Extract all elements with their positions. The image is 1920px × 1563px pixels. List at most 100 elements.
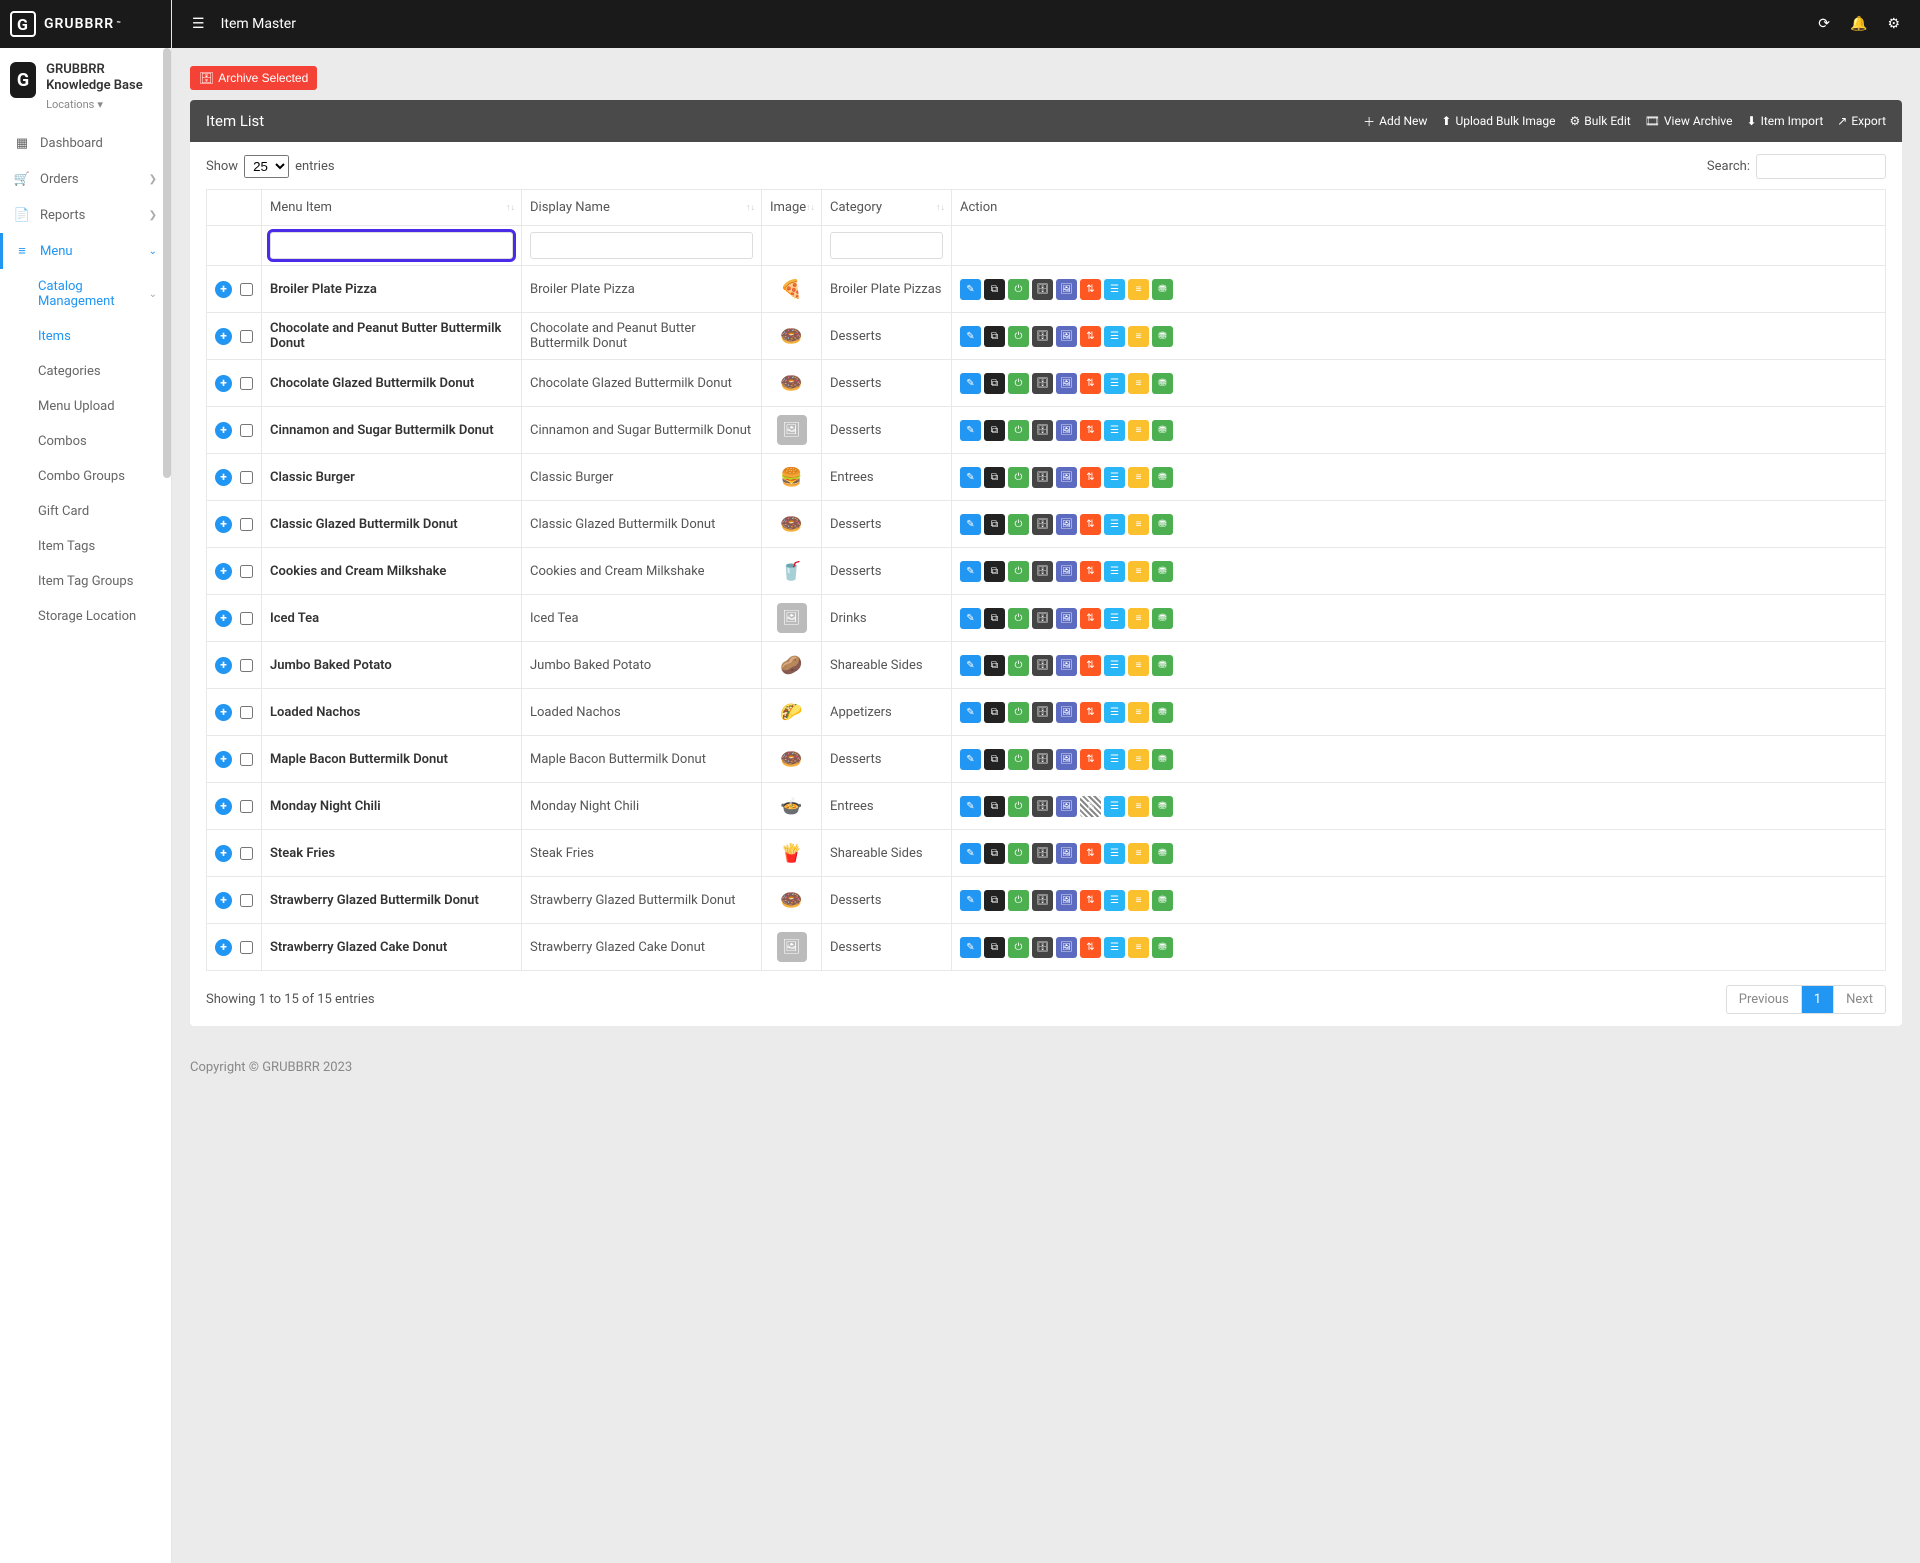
archive-icon[interactable]: 🗄: [1032, 326, 1053, 347]
list-icon[interactable]: ≡: [1128, 373, 1149, 394]
refresh-icon[interactable]: ⟳: [1818, 16, 1830, 32]
sort-arrows-icon[interactable]: ⇅: [1080, 420, 1101, 441]
expand-row-button[interactable]: +: [215, 563, 232, 580]
sidebar-sub-categories[interactable]: Categories: [0, 354, 171, 389]
sliders-icon[interactable]: ☰: [1104, 467, 1125, 488]
money-icon[interactable]: ⛃: [1152, 373, 1173, 394]
power-icon[interactable]: ⏻: [1008, 843, 1029, 864]
sidebar-item-dashboard[interactable]: ▦ Dashboard: [0, 125, 171, 161]
item-import-button[interactable]: ⬇Item Import: [1747, 113, 1824, 130]
power-icon[interactable]: ⏻: [1008, 890, 1029, 911]
sidebar-sub-combos[interactable]: Combos: [0, 424, 171, 459]
sliders-icon[interactable]: ☰: [1104, 702, 1125, 723]
row-checkbox[interactable]: [240, 800, 253, 813]
money-icon[interactable]: ⛃: [1152, 608, 1173, 629]
row-checkbox[interactable]: [240, 612, 253, 625]
money-icon[interactable]: ⛃: [1152, 326, 1173, 347]
sliders-icon[interactable]: ☰: [1104, 749, 1125, 770]
copy-icon[interactable]: ⧉: [984, 937, 1005, 958]
sort-arrows-icon[interactable]: ⇅: [1080, 937, 1101, 958]
pagination-previous[interactable]: Previous: [1727, 986, 1801, 1013]
list-icon[interactable]: ≡: [1128, 655, 1149, 676]
expand-row-button[interactable]: +: [215, 516, 232, 533]
sort-icon[interactable]: ↑↓: [936, 204, 945, 210]
edit-icon[interactable]: ✎: [960, 373, 981, 394]
row-checkbox[interactable]: [240, 706, 253, 719]
row-checkbox[interactable]: [240, 847, 253, 860]
search-input[interactable]: [1756, 154, 1886, 179]
sidebar-sub-menu-upload[interactable]: Menu Upload: [0, 389, 171, 424]
image-icon[interactable]: 🖼: [1056, 937, 1077, 958]
power-icon[interactable]: ⏻: [1008, 326, 1029, 347]
row-checkbox[interactable]: [240, 377, 253, 390]
archive-icon[interactable]: 🗄: [1032, 514, 1053, 535]
sort-arrows-icon[interactable]: ⇅: [1080, 796, 1101, 817]
upload-bulk-image-button[interactable]: ⬆Upload Bulk Image: [1441, 113, 1555, 130]
row-checkbox[interactable]: [240, 330, 253, 343]
copy-icon[interactable]: ⧉: [984, 561, 1005, 582]
list-icon[interactable]: ≡: [1128, 608, 1149, 629]
expand-row-button[interactable]: +: [215, 751, 232, 768]
copy-icon[interactable]: ⧉: [984, 749, 1005, 770]
money-icon[interactable]: ⛃: [1152, 796, 1173, 817]
sliders-icon[interactable]: ☰: [1104, 608, 1125, 629]
edit-icon[interactable]: ✎: [960, 655, 981, 676]
money-icon[interactable]: ⛃: [1152, 514, 1173, 535]
sidebar-sub-catalog[interactable]: Catalog Management ⌄: [0, 269, 171, 319]
sort-arrows-icon[interactable]: ⇅: [1080, 514, 1101, 535]
power-icon[interactable]: ⏻: [1008, 373, 1029, 394]
archive-icon[interactable]: 🗄: [1032, 937, 1053, 958]
money-icon[interactable]: ⛃: [1152, 561, 1173, 582]
sidebar-sub-item-tag-groups[interactable]: Item Tag Groups: [0, 564, 171, 599]
edit-icon[interactable]: ✎: [960, 608, 981, 629]
locations-dropdown[interactable]: Locations ▾: [46, 98, 161, 112]
archive-selected-button[interactable]: 🗄 Archive Selected: [190, 66, 317, 90]
sliders-icon[interactable]: ☰: [1104, 796, 1125, 817]
copy-icon[interactable]: ⧉: [984, 655, 1005, 676]
sidebar-sub-items[interactable]: Items: [0, 319, 171, 354]
list-icon[interactable]: ≡: [1128, 467, 1149, 488]
expand-row-button[interactable]: +: [215, 657, 232, 674]
expand-row-button[interactable]: +: [215, 469, 232, 486]
page-size-select[interactable]: 25: [244, 155, 289, 178]
power-icon[interactable]: ⏻: [1008, 937, 1029, 958]
expand-row-button[interactable]: +: [215, 704, 232, 721]
col-display-name[interactable]: Display Name: [530, 200, 610, 215]
list-icon[interactable]: ≡: [1128, 326, 1149, 347]
power-icon[interactable]: ⏻: [1008, 796, 1029, 817]
col-menu-item[interactable]: Menu Item: [270, 200, 332, 215]
sliders-icon[interactable]: ☰: [1104, 514, 1125, 535]
edit-icon[interactable]: ✎: [960, 796, 981, 817]
image-icon[interactable]: 🖼: [1056, 326, 1077, 347]
row-checkbox[interactable]: [240, 471, 253, 484]
list-icon[interactable]: ≡: [1128, 561, 1149, 582]
list-icon[interactable]: ≡: [1128, 279, 1149, 300]
list-icon[interactable]: ≡: [1128, 796, 1149, 817]
money-icon[interactable]: ⛃: [1152, 702, 1173, 723]
sort-arrows-icon[interactable]: ⇅: [1080, 279, 1101, 300]
expand-row-button[interactable]: +: [215, 328, 232, 345]
image-icon[interactable]: 🖼: [1056, 843, 1077, 864]
row-checkbox[interactable]: [240, 518, 253, 531]
filter-display-name-input[interactable]: [530, 232, 753, 259]
list-icon[interactable]: ≡: [1128, 420, 1149, 441]
image-icon[interactable]: 🖼: [1056, 514, 1077, 535]
edit-icon[interactable]: ✎: [960, 279, 981, 300]
sort-arrows-icon[interactable]: ⇅: [1080, 561, 1101, 582]
archive-icon[interactable]: 🗄: [1032, 420, 1053, 441]
row-checkbox[interactable]: [240, 894, 253, 907]
archive-icon[interactable]: 🗄: [1032, 561, 1053, 582]
sort-arrows-icon[interactable]: ⇅: [1080, 467, 1101, 488]
sliders-icon[interactable]: ☰: [1104, 373, 1125, 394]
expand-row-button[interactable]: +: [215, 422, 232, 439]
list-icon[interactable]: ≡: [1128, 843, 1149, 864]
power-icon[interactable]: ⏻: [1008, 279, 1029, 300]
expand-row-button[interactable]: +: [215, 281, 232, 298]
money-icon[interactable]: ⛃: [1152, 749, 1173, 770]
archive-icon[interactable]: 🗄: [1032, 608, 1053, 629]
copy-icon[interactable]: ⧉: [984, 279, 1005, 300]
copy-icon[interactable]: ⧉: [984, 796, 1005, 817]
expand-row-button[interactable]: +: [215, 939, 232, 956]
sort-arrows-icon[interactable]: ⇅: [1080, 702, 1101, 723]
money-icon[interactable]: ⛃: [1152, 655, 1173, 676]
